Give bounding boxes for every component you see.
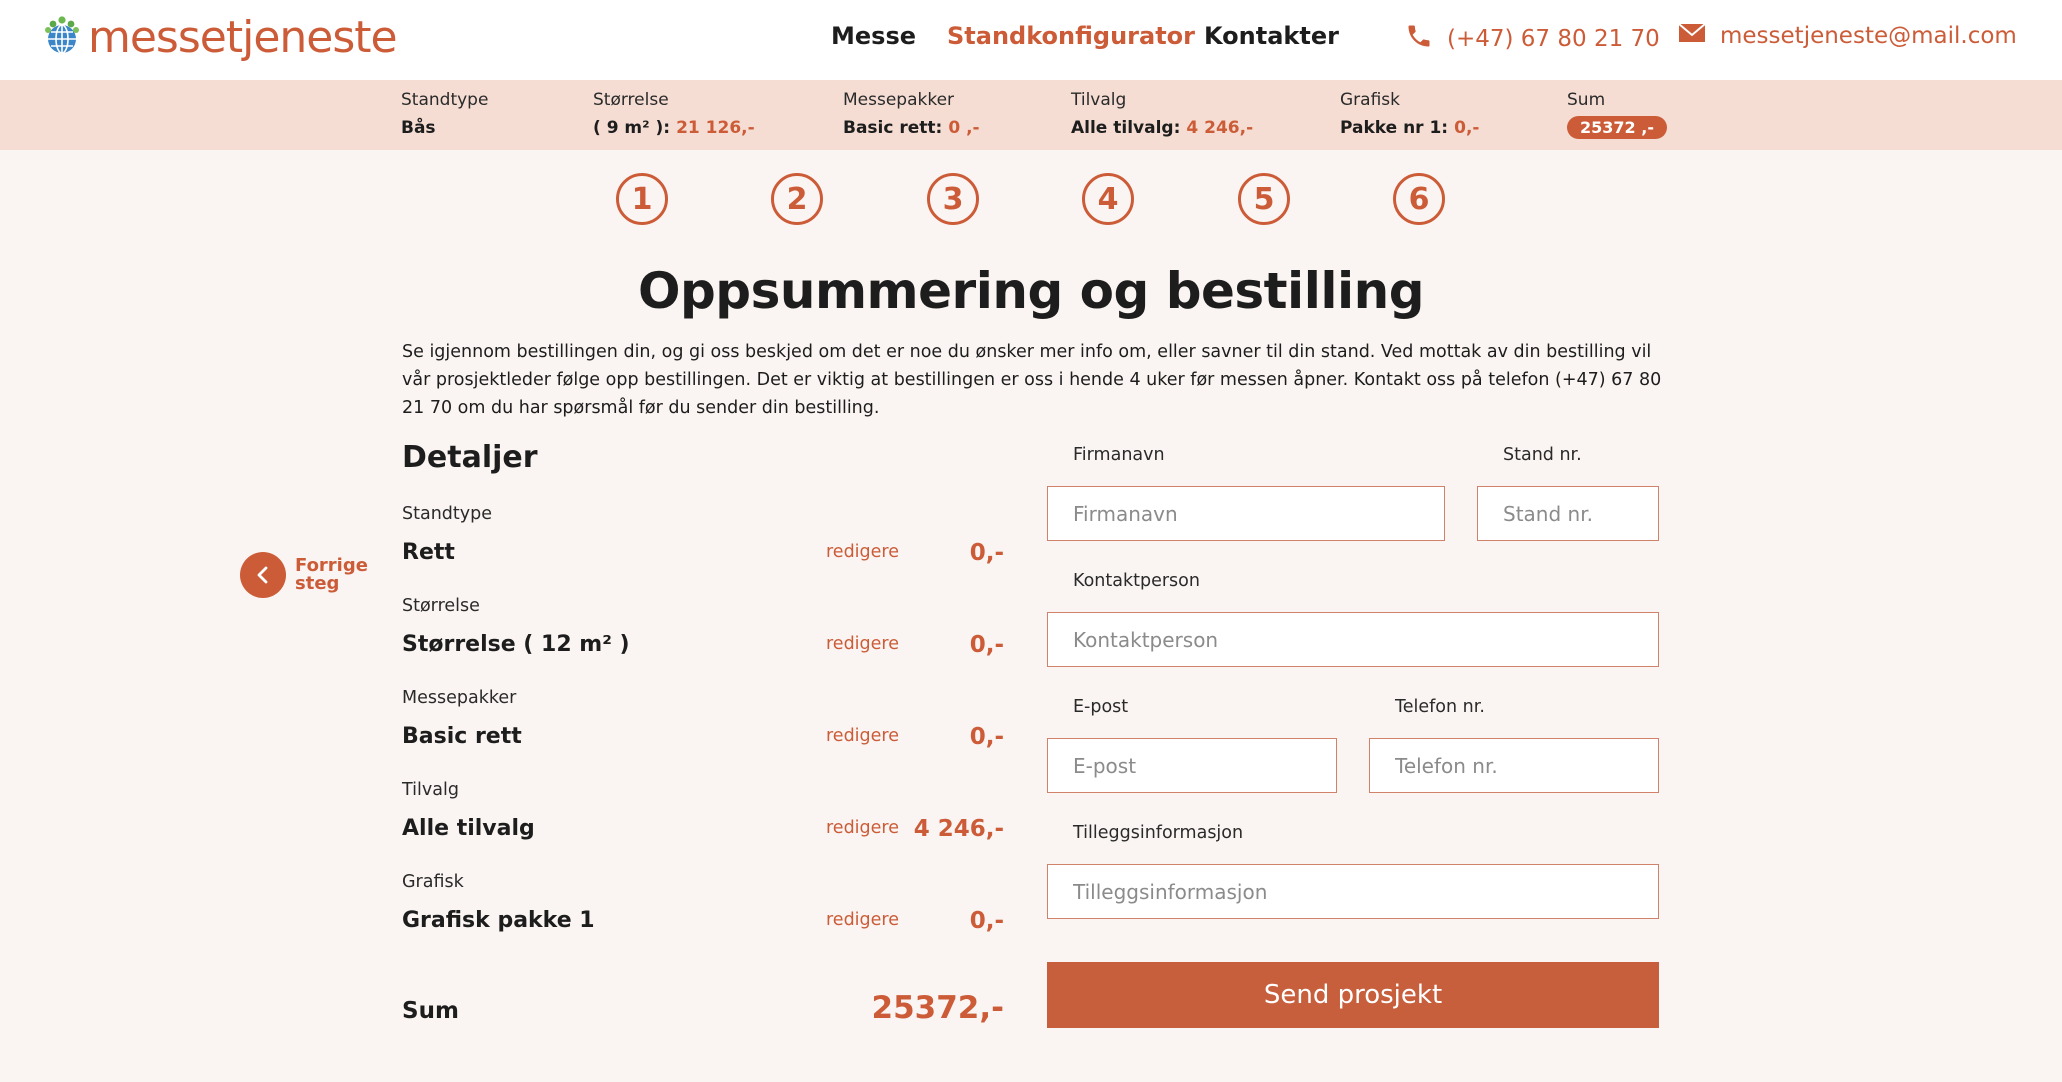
epost-label: E-post: [1073, 697, 1129, 717]
previous-step-button[interactable]: Forrige steg: [240, 552, 368, 598]
detail-value: Alle tilvalg: [402, 816, 535, 841]
chevron-left-icon: [240, 552, 286, 598]
summary-label: Sum: [1567, 90, 1606, 110]
step-1[interactable]: 1: [616, 173, 668, 225]
logo[interactable]: messetjeneste: [42, 11, 398, 63]
nav-kontakter[interactable]: Kontakter: [1204, 22, 1339, 50]
detail-value: Rett: [402, 540, 455, 565]
phone-icon: [1405, 22, 1433, 56]
detail-price: 0,-: [969, 908, 1004, 934]
logo-text: messetjeneste: [88, 11, 398, 63]
summary-price: 21 126,-: [676, 118, 755, 138]
summary-label: Standtype: [401, 90, 489, 110]
summary-messepakker: Messepakker Basic rett: 0 ,-: [843, 90, 980, 138]
email-address: messetjeneste@mail.com: [1720, 23, 2017, 49]
detail-label: Tilvalg: [402, 780, 459, 800]
summary-label: Størrelse: [593, 90, 669, 110]
summary-price: 0 ,-: [948, 118, 980, 138]
summary-value: ( 9 m² ): 21 126,-: [593, 118, 755, 138]
detail-price: 0,-: [969, 540, 1004, 566]
phone-link[interactable]: (+47) 67 80 21 70: [1405, 22, 1660, 56]
edit-link[interactable]: redigere: [826, 818, 899, 838]
kontaktperson-label: Kontaktperson: [1073, 571, 1200, 591]
step-6[interactable]: 6: [1393, 173, 1445, 225]
detail-label: Messepakker: [402, 688, 517, 708]
summary-price: 4 246,-: [1186, 118, 1254, 138]
previous-step-line2: steg: [295, 573, 340, 594]
sum-badge: 25372 ,-: [1567, 116, 1667, 139]
summary-value: Alle tilvalg: 4 246,-: [1071, 118, 1253, 138]
stand-nr-label: Stand nr.: [1503, 445, 1582, 465]
phone-field[interactable]: [1369, 738, 1659, 793]
detail-price: 0,-: [969, 724, 1004, 750]
summary-value-text: Pakke nr 1:: [1340, 118, 1449, 138]
summary-price: 0,-: [1454, 118, 1480, 138]
globe-logo-icon: [42, 15, 82, 59]
site-header: messetjeneste Messe Standkonfigurator Ko…: [0, 0, 2062, 80]
mail-icon: [1678, 22, 1706, 50]
edit-link[interactable]: redigere: [826, 726, 899, 746]
details-heading: Detaljer: [402, 440, 538, 475]
order-summary-bar: Standtype Bås Størrelse ( 9 m² ): 21 126,…: [0, 80, 2062, 150]
summary-value: Pakke nr 1: 0,-: [1340, 118, 1479, 138]
nav-standkonfigurator[interactable]: Standkonfigurator: [947, 22, 1195, 50]
edit-link[interactable]: redigere: [826, 542, 899, 562]
telefon-label: Telefon nr.: [1395, 697, 1485, 717]
tilleggsinformasjon-input[interactable]: [1047, 864, 1659, 919]
nav-messe[interactable]: Messe: [831, 22, 916, 50]
step-3[interactable]: 3: [927, 173, 979, 225]
summary-standtype: Standtype Bås: [401, 90, 488, 138]
page-title: Oppsummering og bestilling: [638, 262, 1425, 320]
detail-row-standtype: Standtype Rett redigere 0,-: [402, 504, 1004, 584]
detail-row-messepakker: Messepakker Basic rett redigere 0,-: [402, 688, 1004, 768]
detail-label: Grafisk: [402, 872, 464, 892]
summary-value-text: Alle tilvalg:: [1071, 118, 1181, 138]
summary-storrelse: Størrelse ( 9 m² ): 21 126,-: [593, 90, 755, 138]
summary-value-text: Basic rett:: [843, 118, 943, 138]
summary-value: Bås: [401, 118, 436, 138]
detail-label: Standtype: [402, 504, 492, 524]
detail-row-grafisk: Grafisk Grafisk pakke 1 redigere 0,-: [402, 872, 1004, 952]
summary-sum: Sum 25372 ,-: [1567, 90, 1667, 139]
sum-value: 25372,-: [871, 990, 1005, 1026]
summary-grafisk: Grafisk Pakke nr 1: 0,-: [1340, 90, 1479, 138]
detail-value: Størrelse ( 12 m² ): [402, 632, 630, 657]
tilleggsinformasjon-label: Tilleggsinformasjon: [1073, 823, 1244, 843]
summary-value: Basic rett: 0 ,-: [843, 118, 980, 138]
summary-value-text: ( 9 m² ):: [593, 118, 671, 138]
summary-label: Grafisk: [1340, 90, 1400, 110]
edit-link[interactable]: redigere: [826, 634, 899, 654]
email-link[interactable]: messetjeneste@mail.com: [1678, 22, 2017, 50]
summary-tilvalg: Tilvalg Alle tilvalg: 4 246,-: [1071, 90, 1253, 138]
phone-number: (+47) 67 80 21 70: [1447, 26, 1660, 52]
step-4[interactable]: 4: [1082, 173, 1134, 225]
detail-price: 0,-: [969, 632, 1004, 658]
intro-text: Se igjennom bestillingen din, og gi oss …: [402, 342, 1662, 418]
email-field[interactable]: [1047, 738, 1337, 793]
firmanavn-input[interactable]: [1047, 486, 1445, 541]
send-project-button[interactable]: Send prosjekt: [1047, 962, 1659, 1028]
detail-price: 4 246,-: [913, 816, 1004, 842]
step-2[interactable]: 2: [771, 173, 823, 225]
detail-row-tilvalg: Tilvalg Alle tilvalg redigere 4 246,-: [402, 780, 1004, 860]
edit-link[interactable]: redigere: [826, 910, 899, 930]
firmanavn-label: Firmanavn: [1073, 445, 1165, 465]
previous-step-label: Forrige steg: [295, 557, 368, 594]
kontaktperson-input[interactable]: [1047, 612, 1659, 667]
stand-nr-input[interactable]: [1477, 486, 1659, 541]
summary-label: Messepakker: [843, 90, 955, 110]
sum-label: Sum: [402, 998, 459, 1024]
detail-label: Størrelse: [402, 596, 480, 616]
detail-value: Grafisk pakke 1: [402, 908, 595, 933]
detail-row-storrelse: Størrelse Størrelse ( 12 m² ) redigere 0…: [402, 596, 1004, 676]
summary-label: Tilvalg: [1071, 90, 1127, 110]
detail-value: Basic rett: [402, 724, 522, 749]
step-5[interactable]: 5: [1238, 173, 1290, 225]
